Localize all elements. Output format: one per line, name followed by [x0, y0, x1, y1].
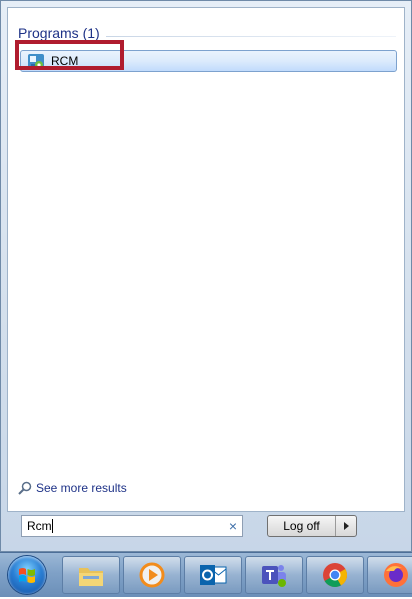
outlook-icon: [200, 565, 227, 585]
log-off-label[interactable]: Log off: [268, 516, 335, 536]
log-off-button[interactable]: Log off: [267, 515, 357, 537]
search-results-panel: Programs (1) RCM See more results: [7, 7, 405, 512]
taskbar-file-explorer[interactable]: [62, 556, 120, 594]
see-more-results-label: See more results: [36, 481, 127, 495]
taskbar: [0, 552, 412, 597]
firefox-icon: [384, 563, 408, 587]
shutdown-options-arrow-icon[interactable]: [335, 516, 356, 536]
taskbar-firefox[interactable]: [367, 556, 412, 594]
start-menu: Programs (1) RCM See more results Rcm ×: [0, 0, 412, 552]
clear-search-icon[interactable]: ×: [229, 518, 237, 534]
teams-icon: [262, 565, 286, 587]
taskbar-media-player[interactable]: [123, 556, 181, 594]
text-caret: [52, 519, 53, 533]
search-input[interactable]: Rcm ×: [21, 515, 243, 537]
annotation-highlight-box: [15, 40, 124, 70]
taskbar-outlook[interactable]: [184, 556, 242, 594]
taskbar-chrome[interactable]: [306, 556, 364, 594]
windows-logo-icon: [19, 568, 35, 583]
section-divider: [106, 36, 396, 37]
chrome-icon: [323, 563, 348, 588]
programs-section-heading: Programs (1): [18, 25, 100, 41]
folder-icon: [79, 568, 103, 586]
search-input-value: Rcm: [27, 519, 52, 533]
taskbar-teams[interactable]: [245, 556, 303, 594]
media-player-icon: [139, 562, 165, 588]
magnifier-icon: [18, 481, 32, 495]
start-button[interactable]: [8, 556, 46, 594]
